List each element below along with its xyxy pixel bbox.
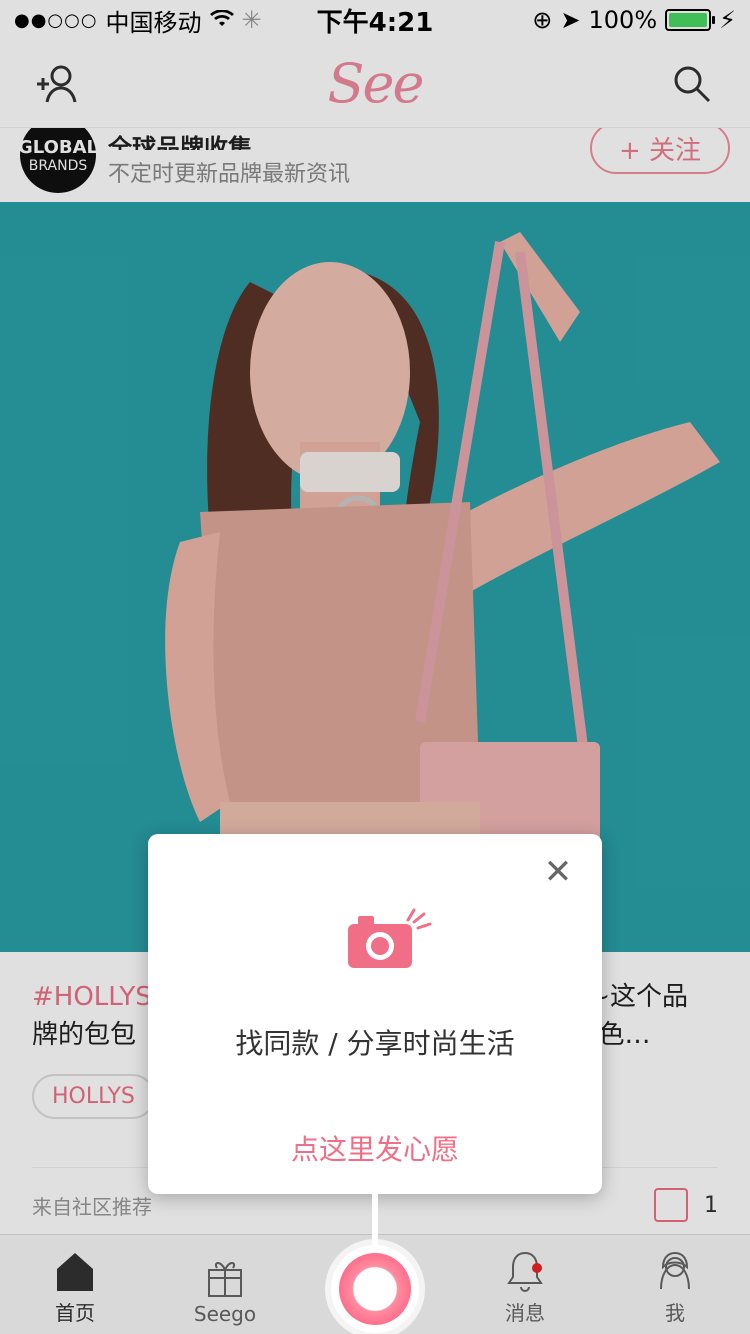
create-post-button[interactable] (331, 1245, 419, 1333)
create-ring-icon (339, 1253, 411, 1325)
close-icon: ✕ (543, 852, 573, 892)
close-button[interactable]: ✕ (540, 854, 576, 890)
popup-connector (372, 1194, 378, 1250)
camera-icon (348, 908, 432, 968)
popup-title: 找同款 / 分享时尚生活 (235, 1027, 515, 1060)
wish-popup: ✕ 找同款 / 分享时尚生活 点这里发心愿 (148, 834, 602, 1194)
make-wish-link[interactable]: 点这里发心愿 (148, 1128, 602, 1168)
